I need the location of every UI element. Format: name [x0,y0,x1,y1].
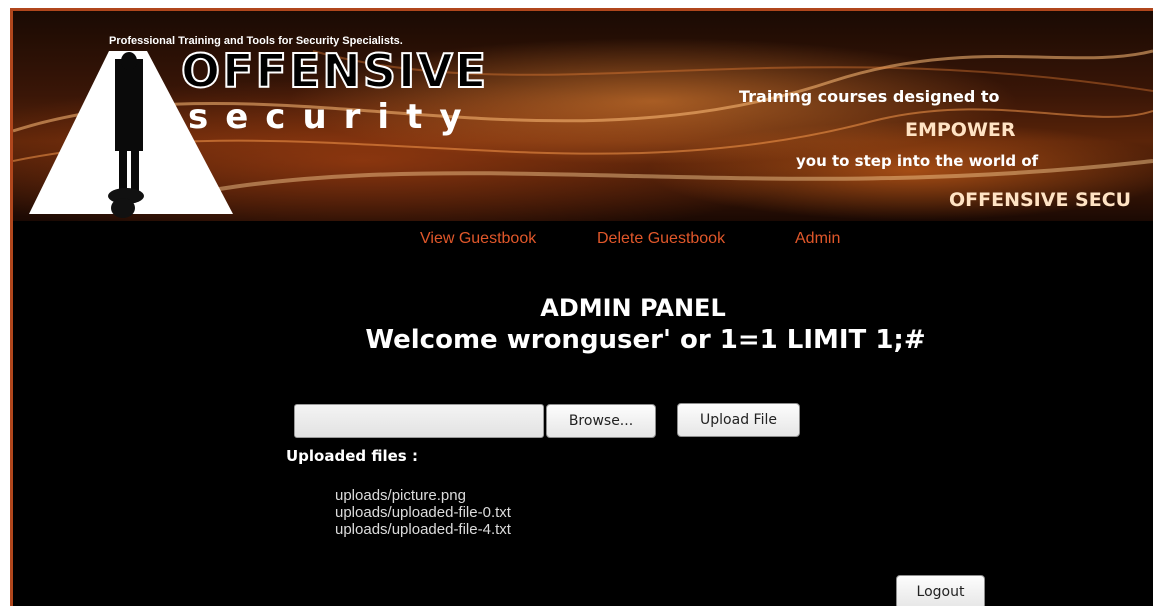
file-path-field[interactable] [294,404,544,438]
uploaded-files-list: uploads/picture.png uploads/uploaded-fil… [335,487,511,538]
file-list-item: uploads/uploaded-file-4.txt [335,521,511,538]
page-title: ADMIN PANEL [540,294,726,322]
main-nav: View Guestbook Delete Guestbook Admin [13,230,1153,254]
nav-link-view-guestbook[interactable]: View Guestbook [420,230,536,248]
promo-line-3: you to step into the world of [796,152,1039,170]
logo-wordmark-security: security [188,97,479,137]
nav-link-delete-guestbook[interactable]: Delete Guestbook [597,230,725,248]
file-list-item: uploads/picture.png [335,487,466,504]
welcome-message: Welcome wronguser' or 1=1 LIMIT 1;# [365,325,926,355]
file-list-item: uploads/uploaded-file-0.txt [335,504,511,521]
logo-wordmark-offensive: OFFENSIVE [180,44,489,98]
nav-link-admin[interactable]: Admin [795,230,840,248]
browser-viewport: Professional Training and Tools for Secu… [0,0,1153,606]
upload-file-button[interactable]: Upload File [677,403,800,437]
header-banner: Professional Training and Tools for Secu… [13,11,1153,221]
browse-button[interactable]: Browse... [546,404,656,438]
page-body: Professional Training and Tools for Secu… [13,11,1153,606]
promo-line-4: OFFENSIVE SECU [949,189,1132,211]
uploaded-files-heading: Uploaded files : [286,447,418,465]
logout-button[interactable]: Logout [896,575,985,606]
promo-line-2: EMPOWER [905,119,1016,141]
promo-line-1: Training courses designed to [739,87,1000,106]
